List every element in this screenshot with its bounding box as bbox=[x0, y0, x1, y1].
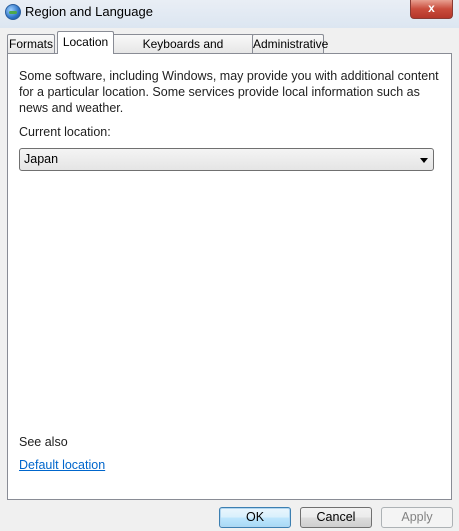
current-location-label: Current location: bbox=[19, 125, 111, 139]
current-location-value: Japan bbox=[24, 152, 59, 166]
apply-button[interactable]: Apply bbox=[381, 507, 453, 528]
cancel-button[interactable]: Cancel bbox=[300, 507, 372, 528]
default-location-link[interactable]: Default location bbox=[19, 458, 105, 472]
title-bar[interactable]: Region and Language x bbox=[0, 0, 459, 28]
tab-location[interactable]: Location bbox=[57, 31, 114, 54]
tab-administrative[interactable]: Administrative bbox=[252, 34, 328, 53]
location-description: Some software, including Windows, may pr… bbox=[19, 69, 439, 115]
window-title: Region and Language bbox=[25, 4, 153, 19]
ok-button[interactable]: OK bbox=[219, 507, 291, 528]
globe-icon bbox=[5, 4, 21, 20]
close-button[interactable]: x bbox=[410, 0, 453, 19]
region-language-window: Region and Language x Formats Location K… bbox=[0, 0, 459, 531]
current-location-dropdown[interactable]: Japan bbox=[19, 148, 434, 171]
chevron-down-icon bbox=[420, 158, 428, 163]
tab-formats[interactable]: Formats bbox=[7, 34, 55, 53]
location-panel: Some software, including Windows, may pr… bbox=[7, 53, 452, 500]
see-also-heading: See also bbox=[19, 435, 68, 449]
tab-keyboards-and-languages[interactable]: Keyboards and Languages bbox=[112, 34, 254, 69]
